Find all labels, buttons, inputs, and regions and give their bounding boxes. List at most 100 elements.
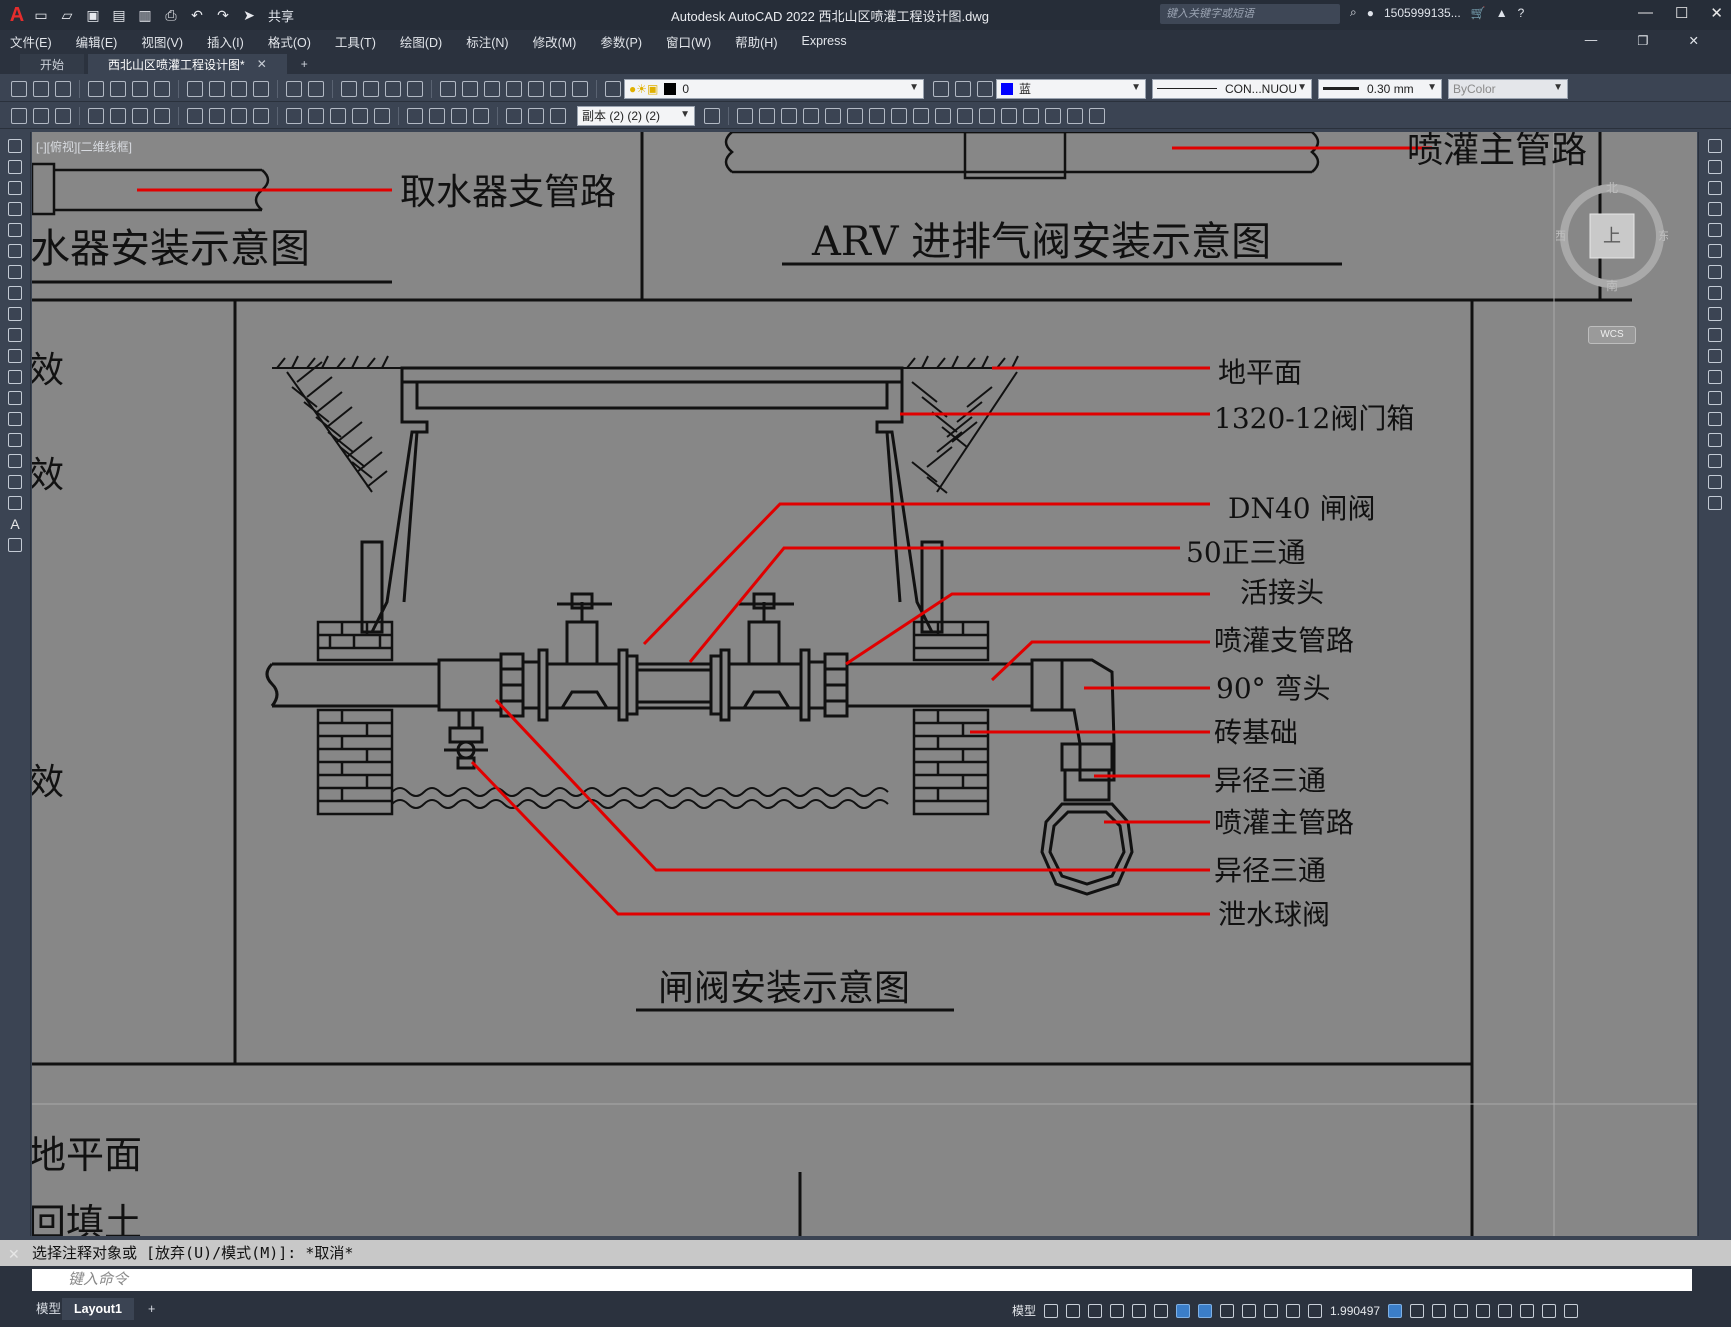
- trim-palette-icon[interactable]: [1708, 328, 1722, 342]
- fillet-palette-icon[interactable]: [1708, 454, 1722, 468]
- compass-west[interactable]: 西: [1556, 229, 1566, 243]
- menu-view[interactable]: 视图(V): [141, 32, 183, 51]
- workspace-gear-icon[interactable]: [1410, 1303, 1425, 1318]
- dimension-update-icon[interactable]: [550, 107, 566, 124]
- viewport-scale-icon[interactable]: [1308, 1303, 1323, 1318]
- undo-icon[interactable]: ↶: [186, 4, 208, 26]
- break-at-point-icon[interactable]: [1708, 370, 1722, 384]
- trim-icon[interactable]: [935, 107, 951, 124]
- fit-viewport-icon[interactable]: [1388, 1303, 1403, 1318]
- command-input[interactable]: 键入命令: [32, 1269, 1692, 1291]
- autodesk-app-icon[interactable]: ▲: [1496, 6, 1508, 20]
- tab-drawing[interactable]: 西北山区喷灌工程设计图* ✕: [88, 54, 287, 74]
- layer-match-icon[interactable]: [11, 107, 27, 124]
- clean-screen-icon[interactable]: [1542, 1303, 1557, 1318]
- doc-minimize-icon[interactable]: —: [1585, 33, 1598, 48]
- compass-east[interactable]: 东: [1658, 229, 1668, 243]
- baseline-icon[interactable]: [308, 107, 324, 124]
- dimension-break-icon[interactable]: [374, 107, 390, 124]
- pan-icon[interactable]: [341, 80, 357, 97]
- tool-palettes-icon[interactable]: [484, 80, 500, 97]
- web-mobile-icon[interactable]: ▥: [134, 4, 156, 26]
- ordinate-icon[interactable]: [154, 107, 170, 124]
- close-tab-icon[interactable]: ✕: [257, 57, 267, 71]
- snap-icon[interactable]: [1066, 1303, 1081, 1318]
- sheet-set-icon[interactable]: [506, 80, 522, 97]
- revcloud-icon[interactable]: [8, 286, 22, 300]
- dimension-space-icon[interactable]: [352, 107, 368, 124]
- rotate-icon[interactable]: [869, 107, 885, 124]
- join-icon[interactable]: [1001, 107, 1017, 124]
- layer-state-manager-icon[interactable]: [977, 80, 993, 97]
- new-file-icon[interactable]: ▭: [30, 4, 52, 26]
- 3d-print-icon[interactable]: [154, 80, 170, 97]
- spline-icon[interactable]: [8, 307, 22, 321]
- mirror-palette-icon[interactable]: [1708, 181, 1722, 195]
- compass-south[interactable]: 南: [1606, 278, 1618, 292]
- cut-icon[interactable]: [187, 80, 203, 97]
- insert-block-icon[interactable]: [1089, 107, 1105, 124]
- plot-icon[interactable]: ⎙: [160, 4, 182, 26]
- array-icon[interactable]: [825, 107, 841, 124]
- zoom-window-icon[interactable]: [385, 80, 401, 97]
- table-icon[interactable]: [8, 496, 22, 510]
- dimstyle-manager-icon[interactable]: [704, 107, 720, 124]
- arc-icon[interactable]: [8, 244, 22, 258]
- linear-dimension-icon[interactable]: [88, 107, 104, 124]
- make-current-icon[interactable]: [933, 80, 949, 97]
- command-close-icon[interactable]: ✕: [8, 1246, 20, 1263]
- insert-icon[interactable]: [8, 370, 22, 384]
- chamfer-icon[interactable]: [1023, 107, 1039, 124]
- selection-cycling-icon[interactable]: [1242, 1303, 1257, 1318]
- menu-window[interactable]: 窗口(W): [666, 32, 711, 51]
- rotate-palette-icon[interactable]: [1708, 265, 1722, 279]
- angular-icon[interactable]: [253, 107, 269, 124]
- rectangle-icon[interactable]: [8, 223, 22, 237]
- ellipse-arc-icon[interactable]: [8, 349, 22, 363]
- hatch-icon[interactable]: [8, 433, 22, 447]
- linetype-dropdown[interactable]: CON...NUOU ▼: [1152, 78, 1312, 99]
- quick-dimension-icon[interactable]: [286, 107, 302, 124]
- extend-palette-icon[interactable]: [1708, 349, 1722, 363]
- extend-icon[interactable]: [957, 107, 973, 124]
- center-mark-icon[interactable]: [429, 107, 445, 124]
- region-icon[interactable]: [8, 475, 22, 489]
- doc-restore-icon[interactable]: ❐: [1637, 33, 1648, 48]
- move-palette-icon[interactable]: [1708, 244, 1722, 258]
- save-tool-icon[interactable]: [55, 80, 71, 97]
- isolate-objects-icon[interactable]: [1498, 1303, 1513, 1318]
- dimension-edit-icon[interactable]: [506, 107, 522, 124]
- fillet-icon[interactable]: [1045, 107, 1061, 124]
- open-file-icon[interactable]: ▱: [56, 4, 78, 26]
- new-tab-button[interactable]: +: [291, 54, 318, 74]
- grid-icon[interactable]: [1044, 1303, 1059, 1318]
- menu-help[interactable]: 帮助(H): [735, 32, 777, 51]
- share-button[interactable]: 共享: [268, 6, 294, 25]
- point-icon[interactable]: [8, 412, 22, 426]
- menu-modify[interactable]: 修改(M): [533, 32, 577, 51]
- isodraft-icon[interactable]: [1132, 1303, 1147, 1318]
- undo-tool-icon[interactable]: [286, 80, 302, 97]
- publish-icon[interactable]: [132, 80, 148, 97]
- offset-icon[interactable]: [803, 107, 819, 124]
- jogged-linear-icon[interactable]: [473, 107, 489, 124]
- add-layout-button[interactable]: +: [136, 1298, 167, 1320]
- circle-icon[interactable]: [8, 265, 22, 279]
- explode-icon[interactable]: [1067, 107, 1083, 124]
- doc-close-icon[interactable]: ✕: [1689, 33, 1699, 48]
- match-properties-icon[interactable]: [253, 80, 269, 97]
- ellipse-icon[interactable]: [8, 328, 22, 342]
- cart-icon[interactable]: 🛒: [1471, 6, 1486, 20]
- tolerance-icon[interactable]: [407, 107, 423, 124]
- polygon-icon[interactable]: [8, 202, 22, 216]
- zoom-realtime-icon[interactable]: [363, 80, 379, 97]
- transparency-icon[interactable]: [1220, 1303, 1235, 1318]
- stretch-icon[interactable]: [913, 107, 929, 124]
- color-dropdown[interactable]: 蓝 ▼: [996, 78, 1146, 99]
- erase-icon[interactable]: [737, 107, 753, 124]
- blend-curves-icon[interactable]: [1708, 475, 1722, 489]
- qnew-icon[interactable]: [11, 80, 27, 97]
- radius-icon[interactable]: [187, 107, 203, 124]
- markup-icon[interactable]: [528, 80, 544, 97]
- lock-icon[interactable]: [1286, 1303, 1301, 1318]
